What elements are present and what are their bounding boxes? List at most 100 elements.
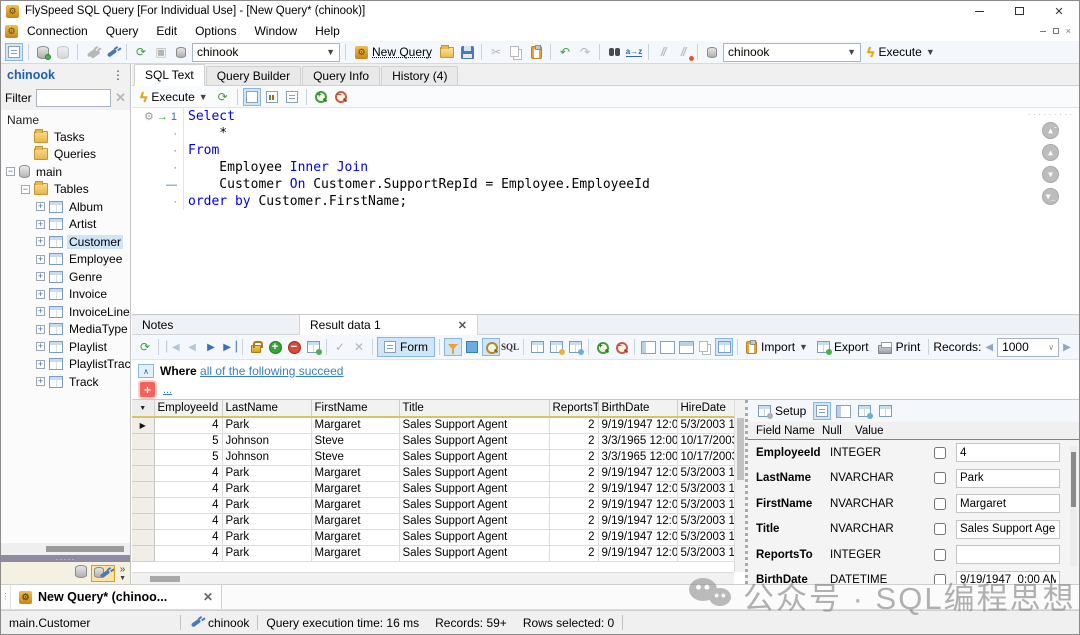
grid-cell[interactable]: Margaret [311, 481, 399, 497]
delete-record-button[interactable]: − [285, 338, 303, 356]
row-selector[interactable] [132, 433, 154, 449]
filter-panel-button[interactable] [463, 338, 481, 356]
table-row[interactable]: 4ParkMargaretSales Support Agent29/19/19… [132, 513, 745, 529]
grid-cell[interactable]: 9/19/1947 12:0... [598, 545, 677, 561]
sql-code-line[interactable]: Customer On Customer.SupportRepId = Empl… [184, 177, 650, 192]
expand-toggle-icon[interactable]: − [21, 185, 30, 194]
field-value-input[interactable] [956, 520, 1060, 539]
copy-button[interactable] [507, 43, 525, 61]
view-form-button[interactable] [658, 338, 676, 356]
grid-filter-button[interactable]: ▼ [132, 400, 154, 417]
query-tab[interactable]: ⚙ New Query* (chinoo... ✕ [10, 585, 222, 609]
grid-column-header-firstname[interactable]: FirstName [311, 400, 399, 417]
grid-cell[interactable]: 2 [549, 481, 598, 497]
grid-cell[interactable]: 5 [154, 433, 222, 449]
tree-item-main[interactable]: −main [1, 163, 130, 181]
query-connection-select[interactable]: chinook ▼ [723, 43, 861, 62]
records-select[interactable]: 1000 ∨ [997, 338, 1059, 357]
grid-cell[interactable]: Park [222, 465, 311, 481]
commit-button[interactable]: ▣ [152, 43, 170, 61]
expand-toggle-icon[interactable]: − [6, 167, 15, 176]
grid-cell[interactable]: 2 [549, 449, 598, 465]
expand-toggle-icon[interactable]: + [36, 325, 45, 334]
open-query-button[interactable] [438, 43, 456, 61]
sql-code-line[interactable]: From [184, 143, 219, 158]
expand-toggle-icon[interactable]: + [36, 255, 45, 264]
editor-view-button[interactable] [243, 88, 261, 106]
field-panel-scrollbar[interactable] [1070, 446, 1077, 566]
add-connection-button[interactable] [34, 43, 52, 61]
find-button[interactable] [605, 43, 623, 61]
row-selector[interactable] [132, 497, 154, 513]
connect-button[interactable] [103, 43, 121, 61]
grid-cell[interactable]: Sales Support Agent [399, 545, 549, 561]
tab-query-info[interactable]: Query Info [302, 66, 380, 85]
sidebar-splitter[interactable]: ····· [1, 555, 130, 562]
scroll-down-button[interactable]: ▼ [1042, 166, 1059, 183]
view-grid-button[interactable] [639, 338, 657, 356]
comment-button[interactable]: // [654, 43, 672, 61]
grid-cell[interactable]: 2 [549, 433, 598, 449]
scrollbar-thumb[interactable] [46, 546, 124, 552]
table-row[interactable]: 4ParkMargaretSales Support Agent29/19/19… [132, 465, 745, 481]
scrollbar-thumb[interactable] [1071, 452, 1076, 507]
tab-history[interactable]: History (4) [381, 66, 458, 85]
kebab-menu-icon[interactable]: ⋮ [112, 68, 124, 82]
more-buttons-chevron[interactable]: »▼ [119, 565, 126, 582]
null-checkbox[interactable] [930, 549, 950, 561]
scroll-last-button[interactable]: ▼̲ [1042, 188, 1059, 205]
save-query-button[interactable] [458, 43, 476, 61]
menu-options[interactable]: Options [186, 21, 245, 41]
grid-options-button[interactable] [528, 338, 546, 356]
expand-toggle-icon[interactable]: + [36, 360, 45, 369]
tree-item-album[interactable]: +Album [1, 198, 130, 216]
refresh-data-button[interactable]: ⟳ [136, 338, 154, 356]
uncomment-button[interactable]: // [674, 43, 692, 61]
menu-edit[interactable]: Edit [147, 21, 186, 41]
tree-item-tasks[interactable]: Tasks [1, 128, 130, 146]
view-table-button[interactable] [715, 338, 733, 356]
next-record-button[interactable]: ▶ [201, 338, 219, 356]
remove-connection-button[interactable] [54, 43, 72, 61]
grid-column-header-employeeid[interactable]: EmployeeId [154, 400, 222, 417]
column-summary-button[interactable] [547, 338, 565, 356]
grid-cell[interactable]: Sales Support Agent [399, 513, 549, 529]
where-condition-link[interactable]: all of the following succeed [200, 364, 343, 378]
row-selector[interactable]: ▶ [132, 417, 154, 433]
expand-toggle-icon[interactable]: + [36, 202, 45, 211]
grid-hscrollbar[interactable] [132, 572, 734, 584]
expand-toggle-icon[interactable]: + [36, 237, 45, 246]
grid-cell[interactable]: 2 [549, 529, 598, 545]
null-checkbox[interactable] [930, 447, 950, 459]
tree-item-mediatype[interactable]: +MediaType [1, 321, 130, 339]
grid-cell[interactable]: Park [222, 545, 311, 561]
tree-item-track[interactable]: +Track [1, 373, 130, 391]
more-conditions-link[interactable]: ... [163, 384, 172, 396]
grid-cell[interactable]: Park [222, 513, 311, 529]
field-value-input[interactable] [956, 494, 1060, 513]
expand-toggle-icon[interactable]: + [36, 290, 45, 299]
tree-item-playlist[interactable]: +Playlist [1, 338, 130, 356]
text-view-button[interactable] [283, 88, 301, 106]
grid-cell[interactable]: 4 [154, 417, 222, 433]
mdi-restore-button[interactable] [1053, 28, 1059, 34]
cancel-edit-button[interactable]: ✕ [350, 338, 368, 356]
menu-help[interactable]: Help [306, 21, 349, 41]
lock-button[interactable] [247, 338, 265, 356]
field-value-input[interactable] [956, 545, 1060, 564]
tree-item-invoiceline[interactable]: +InvoiceLine [1, 303, 130, 321]
print-button[interactable]: Print [874, 337, 925, 357]
new-query-button[interactable]: ⚙ New Query [351, 42, 436, 62]
grid-cell[interactable]: 9/19/1947 12:0... [598, 497, 677, 513]
grid-cell[interactable]: Sales Support Agent [399, 433, 549, 449]
tree-item-genre[interactable]: +Genre [1, 268, 130, 286]
close-tab-icon[interactable]: ✕ [458, 319, 467, 332]
maximize-button[interactable] [999, 1, 1039, 21]
tree-column-header[interactable]: Name [1, 110, 130, 128]
form-view-button[interactable]: Form [377, 337, 435, 357]
last-record-button[interactable]: ▶▕ [220, 338, 238, 356]
grid-cell[interactable]: 9/19/1947 12:0... [598, 481, 677, 497]
prior-record-button[interactable]: ◀ [182, 338, 200, 356]
scroll-up-button[interactable]: ▲ [1042, 144, 1059, 161]
grid-cell[interactable]: Park [222, 497, 311, 513]
